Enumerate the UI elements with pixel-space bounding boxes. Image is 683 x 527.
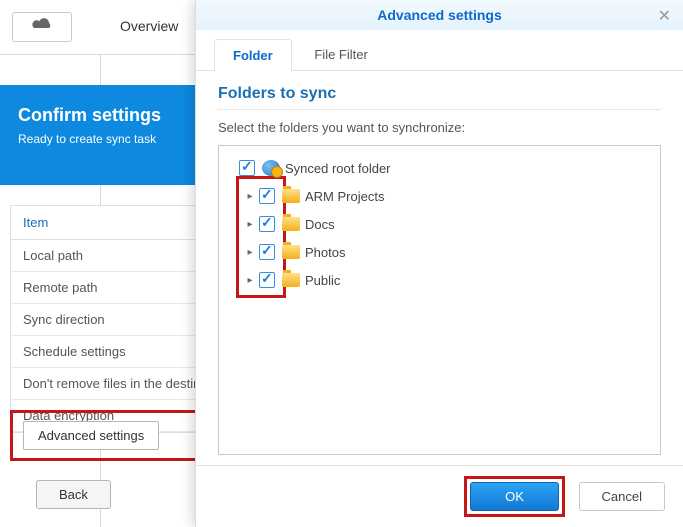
cloud-button[interactable]	[12, 12, 72, 42]
checkbox-folder[interactable]	[259, 272, 275, 288]
checkbox-root[interactable]	[239, 160, 255, 176]
tree-label: Public	[305, 273, 340, 288]
tab-file-filter[interactable]: File Filter	[295, 38, 386, 70]
modal-header: Advanced settings ✕	[196, 0, 683, 30]
tree-label: Docs	[305, 217, 335, 232]
banner-subtitle: Ready to create sync task	[18, 132, 182, 146]
checkbox-folder[interactable]	[259, 188, 275, 204]
checkbox-folder[interactable]	[259, 216, 275, 232]
advanced-settings-modal: Advanced settings ✕ Folder File Filter F…	[195, 0, 683, 527]
folder-icon	[282, 189, 300, 203]
back-button[interactable]: Back	[36, 480, 111, 509]
folder-tree[interactable]: Synced root folder ▸ ARM Projects ▸ Docs…	[218, 145, 661, 455]
sync-root-icon	[262, 160, 280, 176]
section-title: Folders to sync	[218, 85, 661, 110]
modal-title: Advanced settings	[377, 7, 501, 23]
ok-highlight: OK	[464, 476, 565, 517]
close-icon[interactable]: ✕	[658, 6, 671, 26]
modal-tabs: Folder File Filter	[196, 30, 683, 71]
folder-icon	[282, 245, 300, 259]
tree-label: Photos	[305, 245, 345, 260]
confirm-banner: Confirm settings Ready to create sync ta…	[0, 85, 200, 185]
folder-icon	[282, 273, 300, 287]
instruction-text: Select the folders you want to synchroni…	[218, 120, 661, 135]
ok-button[interactable]: OK	[470, 482, 559, 511]
banner-title: Confirm settings	[18, 105, 182, 126]
tab-folder[interactable]: Folder	[214, 39, 292, 71]
tree-label: Synced root folder	[285, 161, 391, 176]
checkbox-folder[interactable]	[259, 244, 275, 260]
modal-footer: OK Cancel	[196, 465, 683, 527]
folder-icon	[282, 217, 300, 231]
advanced-settings-button[interactable]: Advanced settings	[23, 421, 159, 450]
overview-tab[interactable]: Overview	[120, 18, 178, 34]
cancel-button[interactable]: Cancel	[579, 482, 665, 511]
cloud-icon	[30, 16, 54, 32]
tree-label: ARM Projects	[305, 189, 384, 204]
